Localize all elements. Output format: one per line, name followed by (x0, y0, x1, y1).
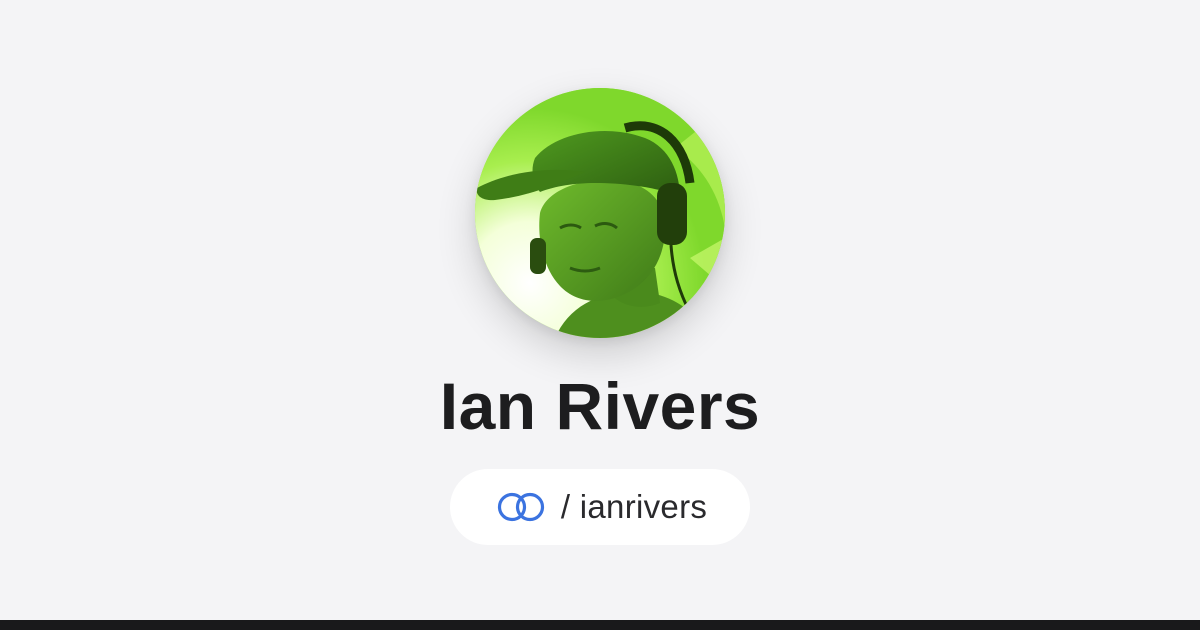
profile-name: Ian Rivers (439, 369, 761, 443)
avatar[interactable] (475, 88, 725, 338)
profile-card: Ian Rivers / ianrivers (0, 0, 1200, 620)
handle-text: / ianrivers (561, 488, 707, 526)
avatar-photo (475, 88, 725, 338)
bottom-bar (0, 620, 1200, 630)
handle-link[interactable]: / ianrivers (450, 469, 750, 545)
linked-rings-icon (493, 490, 549, 524)
handle-username: ianrivers (579, 488, 708, 525)
handle-separator: / (560, 488, 571, 525)
